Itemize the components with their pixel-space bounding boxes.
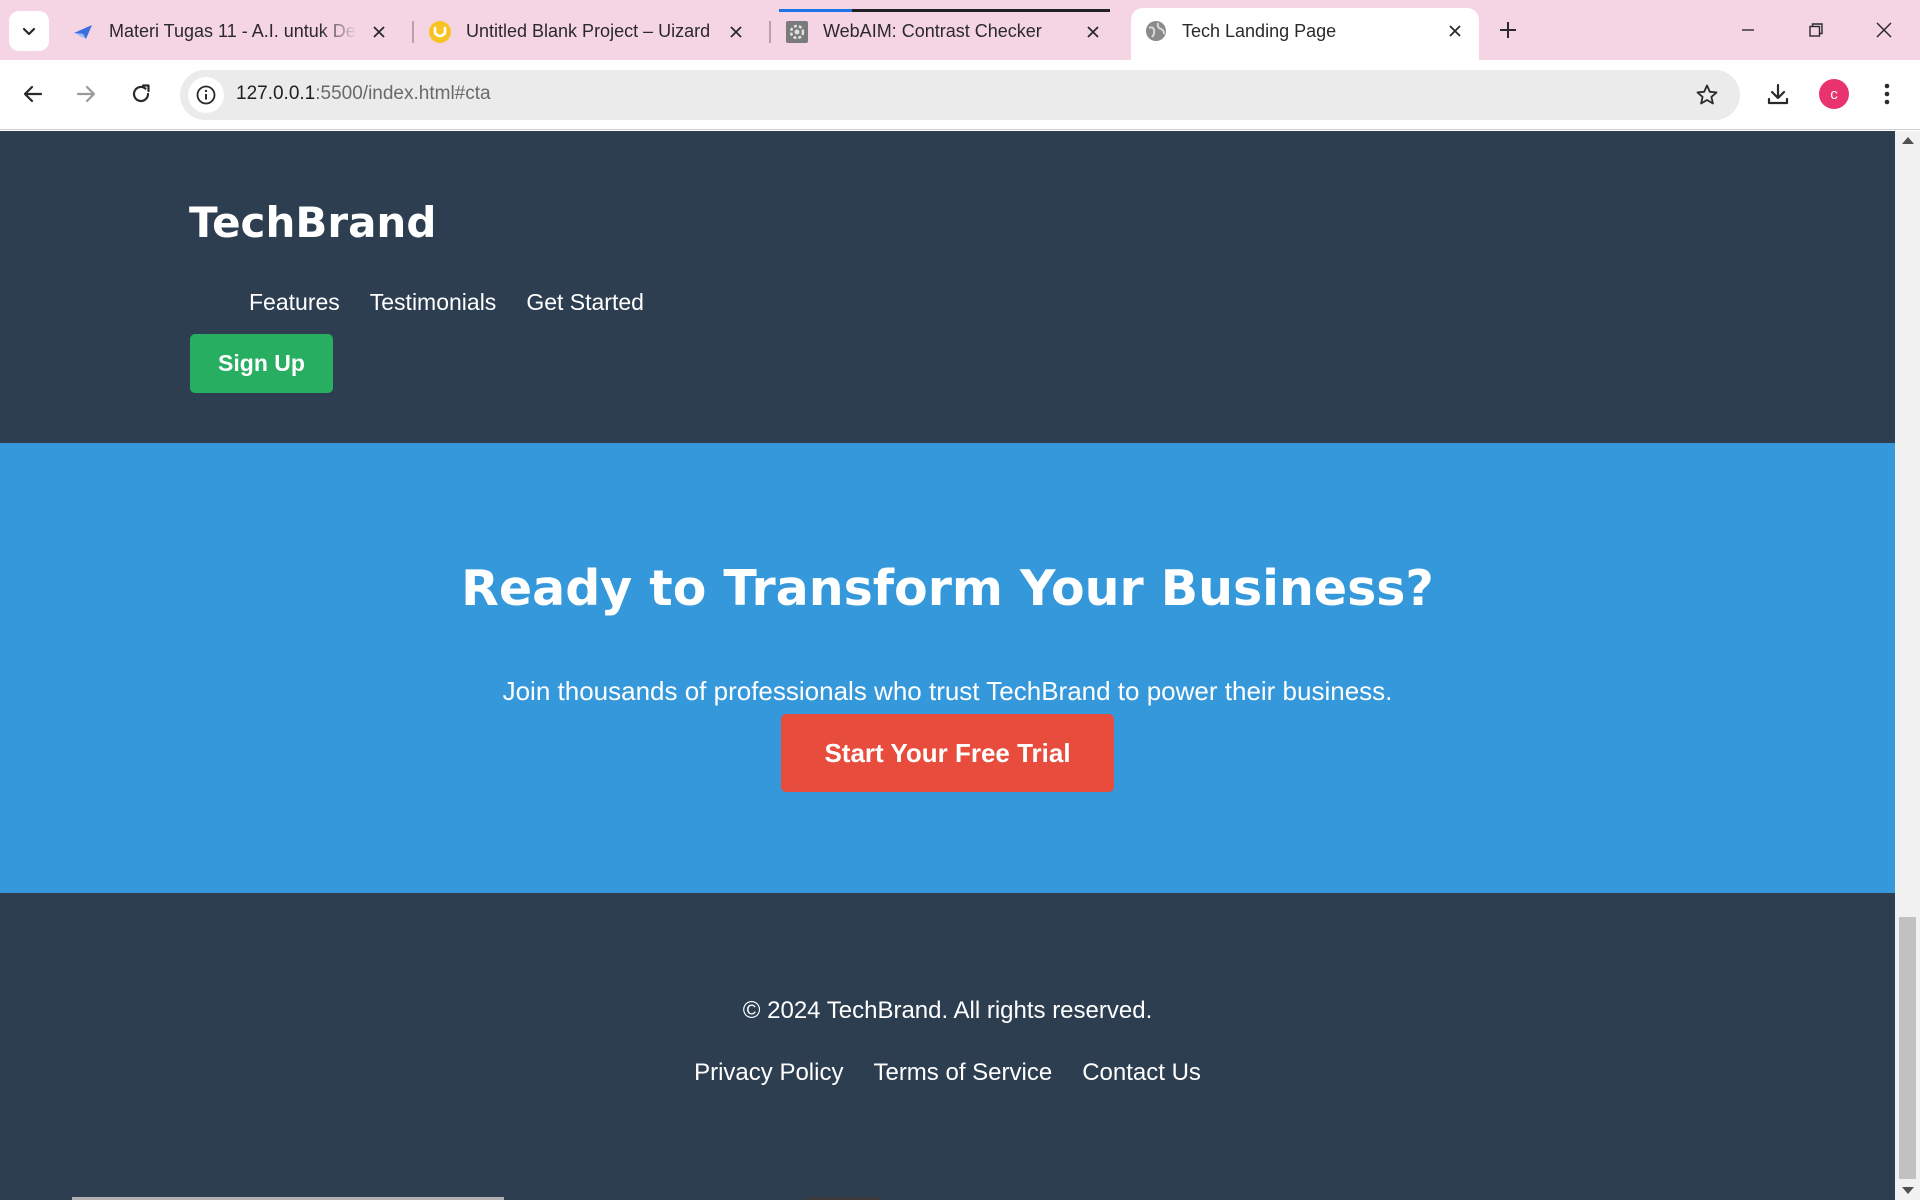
reload-icon xyxy=(132,84,150,103)
nav-link-get-started[interactable]: Get Started xyxy=(526,289,644,316)
site-footer: © 2024 TechBrand. All rights reserved. P… xyxy=(0,893,1895,1200)
close-icon[interactable] xyxy=(724,20,748,44)
close-icon[interactable] xyxy=(1443,19,1467,43)
info-icon xyxy=(196,85,216,105)
scrollbar-thumb[interactable] xyxy=(1899,917,1916,1179)
restore-button[interactable] xyxy=(1782,0,1850,60)
reload-button[interactable] xyxy=(121,74,161,114)
brand-logo[interactable]: TechBrand xyxy=(189,198,436,247)
globe-icon xyxy=(1144,19,1168,43)
more-vertical-icon xyxy=(1884,83,1890,105)
footer-link-privacy-policy[interactable]: Privacy Policy xyxy=(694,1059,843,1087)
tab-search-button[interactable] xyxy=(9,11,49,51)
tab-uizard[interactable]: Untitled Blank Project – Uizard xyxy=(415,9,760,54)
tab-webaim[interactable]: WebAIM: Contrast Checker xyxy=(772,9,1117,54)
minimize-button[interactable] xyxy=(1714,0,1782,60)
footer-link-contact-us[interactable]: Contact Us xyxy=(1082,1059,1201,1087)
start-free-trial-button[interactable]: Start Your Free Trial xyxy=(781,714,1114,792)
tab-loading-indicator xyxy=(852,9,1110,12)
footer-link-terms-of-service[interactable]: Terms of Service xyxy=(873,1059,1052,1087)
page-viewport: TechBrand Features Testimonials Get Star… xyxy=(0,131,1895,1200)
paper-plane-icon xyxy=(71,20,95,44)
bookmark-button[interactable] xyxy=(1694,82,1720,108)
scroll-up-arrow-icon[interactable] xyxy=(1902,137,1914,144)
downloads-button[interactable] xyxy=(1758,74,1798,114)
cta-heading: Ready to Transform Your Business? xyxy=(461,560,1434,617)
profile-avatar[interactable]: c xyxy=(1819,79,1849,109)
nav-link-features[interactable]: Features xyxy=(249,289,340,316)
tab-strip: Materi Tugas 11 - A.I. untuk Desain Unti… xyxy=(0,0,1920,60)
sign-up-button[interactable]: Sign Up xyxy=(190,334,333,393)
star-icon xyxy=(1696,84,1718,105)
url-text[interactable]: 127.0.0.1:5500/index.html#cta xyxy=(236,83,491,105)
main-nav: Features Testimonials Get Started xyxy=(249,289,644,316)
browser-menu-button[interactable] xyxy=(1867,74,1907,114)
cta-text: Join thousands of professionals who trus… xyxy=(502,676,1393,706)
tab-loading-indicator xyxy=(779,9,852,12)
url-host: 127.0.0.1 xyxy=(236,83,316,104)
chevron-down-icon xyxy=(22,27,36,36)
url-path: :5500/index.html#cta xyxy=(315,83,491,104)
arrow-right-icon xyxy=(76,85,96,103)
forward-button[interactable] xyxy=(66,74,106,114)
tab-title: Tech Landing Page xyxy=(1182,20,1337,41)
minimize-icon xyxy=(1742,29,1754,31)
copyright-text: © 2024 TechBrand. All rights reserved. xyxy=(742,997,1153,1024)
restore-icon xyxy=(1809,23,1823,37)
footer-links: Privacy Policy Terms of Service Contact … xyxy=(0,1059,1895,1087)
arrow-left-icon xyxy=(23,85,43,103)
tab-tech-landing-page[interactable]: Tech Landing Page xyxy=(1131,8,1479,60)
close-icon[interactable] xyxy=(367,20,391,44)
gear-icon xyxy=(785,20,809,44)
tab-divider xyxy=(412,21,414,43)
nav-link-testimonials[interactable]: Testimonials xyxy=(370,289,497,316)
tab-title: Materi Tugas 11 - A.I. untuk Desain xyxy=(109,21,357,41)
tab-materi-tugas[interactable]: Materi Tugas 11 - A.I. untuk Desain xyxy=(58,9,403,54)
tab-title: WebAIM: Contrast Checker xyxy=(823,21,1042,41)
address-bar[interactable]: 127.0.0.1:5500/index.html#cta xyxy=(180,70,1740,120)
back-button[interactable] xyxy=(13,74,53,114)
close-icon xyxy=(1876,22,1892,38)
download-icon xyxy=(1767,83,1789,105)
browser-toolbar: 127.0.0.1:5500/index.html#cta c xyxy=(0,60,1920,130)
close-icon[interactable] xyxy=(1081,20,1105,44)
site-header: TechBrand Features Testimonials Get Star… xyxy=(0,131,1895,443)
scroll-down-arrow-icon[interactable] xyxy=(1902,1187,1914,1194)
plus-icon xyxy=(1500,22,1516,38)
cta-section: Ready to Transform Your Business? Join t… xyxy=(0,443,1895,893)
new-tab-button[interactable] xyxy=(1490,12,1526,48)
tab-title: Untitled Blank Project – Uizard xyxy=(466,21,711,41)
vertical-scrollbar[interactable] xyxy=(1895,131,1920,1200)
site-info-button[interactable] xyxy=(188,77,224,113)
uizard-icon xyxy=(428,20,452,44)
tab-divider xyxy=(769,21,771,43)
close-window-button[interactable] xyxy=(1850,0,1918,60)
